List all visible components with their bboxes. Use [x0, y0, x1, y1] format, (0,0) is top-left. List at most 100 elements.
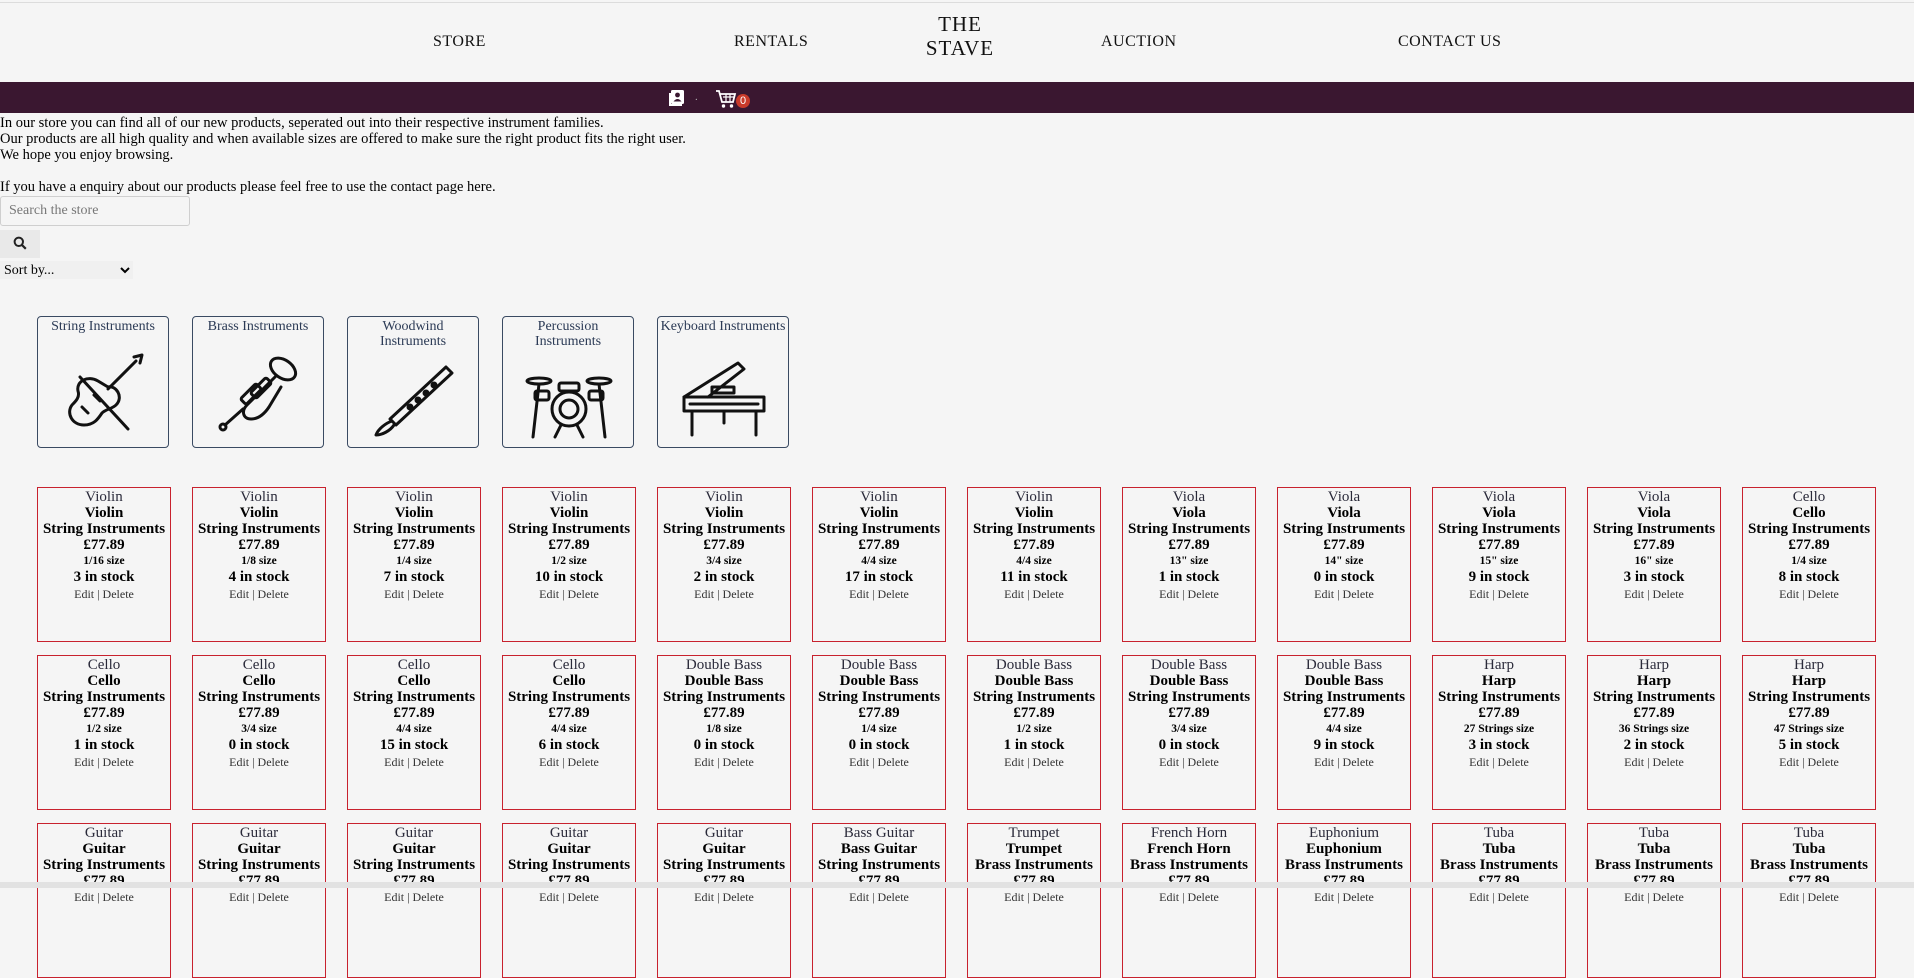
delete-link[interactable]: Delete	[1343, 755, 1374, 769]
delete-link[interactable]: Delete	[103, 755, 134, 769]
delete-link[interactable]: Delete	[1808, 587, 1839, 601]
account-icon[interactable]	[667, 88, 687, 108]
edit-link[interactable]: Edit	[229, 587, 249, 601]
product-card[interactable]: Cello Cello String Instruments £77.89 1/2 si…	[37, 655, 171, 810]
product-card[interactable]: Tuba Tuba Brass Instruments £77.89 Edit | Dele…	[1432, 823, 1566, 978]
edit-link[interactable]: Edit	[1779, 755, 1799, 769]
product-card[interactable]: Double Bass Double Bass String Instruments…	[657, 655, 791, 810]
edit-link[interactable]: Edit	[74, 890, 94, 904]
product-card[interactable]: Guitar Guitar String Instruments £77.89 Edit…	[37, 823, 171, 978]
edit-link[interactable]: Edit	[1624, 587, 1644, 601]
product-card[interactable]: Violin Violin String Instruments £77.89 1/2 …	[502, 487, 636, 642]
edit-link[interactable]: Edit	[1779, 587, 1799, 601]
edit-link[interactable]: Edit	[229, 755, 249, 769]
delete-link[interactable]: Delete	[723, 890, 754, 904]
category-woodwind-instruments[interactable]: Woodwind Instruments	[347, 316, 479, 448]
product-card[interactable]: Cello Cello String Instruments £77.89 3/4 si…	[192, 655, 326, 810]
product-card[interactable]: Violin Violin String Instruments £77.89 4/4 …	[967, 487, 1101, 642]
edit-link[interactable]: Edit	[539, 890, 559, 904]
delete-link[interactable]: Delete	[878, 755, 909, 769]
delete-link[interactable]: Delete	[413, 890, 444, 904]
edit-link[interactable]: Edit	[74, 587, 94, 601]
cart-icon[interactable]	[715, 89, 737, 109]
delete-link[interactable]: Delete	[103, 587, 134, 601]
product-card[interactable]: Viola Viola String Instruments £77.89 13" si…	[1122, 487, 1256, 642]
edit-link[interactable]: Edit	[1469, 755, 1489, 769]
delete-link[interactable]: Delete	[1033, 587, 1064, 601]
product-card[interactable]: Harp Harp String Instruments £77.89 47 Strin…	[1742, 655, 1876, 810]
edit-link[interactable]: Edit	[694, 587, 714, 601]
delete-link[interactable]: Delete	[1653, 890, 1684, 904]
edit-link[interactable]: Edit	[1159, 890, 1179, 904]
sort-select[interactable]: Sort by...	[0, 261, 133, 279]
nav-rentals-link[interactable]: RENTALS	[734, 33, 808, 51]
delete-link[interactable]: Delete	[1498, 755, 1529, 769]
product-card[interactable]: Harp Harp String Instruments £77.89 27 Strin…	[1432, 655, 1566, 810]
edit-link[interactable]: Edit	[1469, 587, 1489, 601]
edit-link[interactable]: Edit	[1004, 587, 1024, 601]
edit-link[interactable]: Edit	[1624, 890, 1644, 904]
product-card[interactable]: Viola Viola String Instruments £77.89 15" si…	[1432, 487, 1566, 642]
edit-link[interactable]: Edit	[229, 890, 249, 904]
delete-link[interactable]: Delete	[723, 587, 754, 601]
delete-link[interactable]: Delete	[1343, 890, 1374, 904]
product-card[interactable]: Guitar Guitar String Instruments £77.89 Edit…	[502, 823, 636, 978]
delete-link[interactable]: Delete	[1188, 587, 1219, 601]
product-card[interactable]: Harp Harp String Instruments £77.89 36 Strin…	[1587, 655, 1721, 810]
delete-link[interactable]: Delete	[568, 755, 599, 769]
delete-link[interactable]: Delete	[103, 890, 134, 904]
product-card[interactable]: Cello Cello String Instruments £77.89 1/4 si…	[1742, 487, 1876, 642]
edit-link[interactable]: Edit	[539, 755, 559, 769]
edit-link[interactable]: Edit	[694, 890, 714, 904]
edit-link[interactable]: Edit	[1314, 587, 1334, 601]
delete-link[interactable]: Delete	[413, 587, 444, 601]
edit-link[interactable]: Edit	[1314, 755, 1334, 769]
edit-link[interactable]: Edit	[1159, 755, 1179, 769]
site-logo[interactable]: THE STAVE	[922, 12, 998, 60]
delete-link[interactable]: Delete	[1033, 890, 1064, 904]
product-card[interactable]: Guitar Guitar String Instruments £77.89 Edit…	[347, 823, 481, 978]
edit-link[interactable]: Edit	[384, 755, 404, 769]
product-card[interactable]: Double Bass Double Bass String Instruments…	[1122, 655, 1256, 810]
delete-link[interactable]: Delete	[878, 587, 909, 601]
delete-link[interactable]: Delete	[1343, 587, 1374, 601]
nav-auction-link[interactable]: AUCTION	[1101, 33, 1177, 51]
edit-link[interactable]: Edit	[539, 587, 559, 601]
delete-link[interactable]: Delete	[1653, 755, 1684, 769]
nav-store-link[interactable]: STORE	[433, 33, 486, 51]
edit-link[interactable]: Edit	[1469, 890, 1489, 904]
product-card[interactable]: Tuba Tuba Brass Instruments £77.89 Edit | Dele…	[1742, 823, 1876, 978]
product-card[interactable]: Double Bass Double Bass String Instruments…	[1277, 655, 1411, 810]
edit-link[interactable]: Edit	[849, 587, 869, 601]
product-card[interactable]: Bass Guitar Bass Guitar String Instruments…	[812, 823, 946, 978]
product-card[interactable]: Cello Cello String Instruments £77.89 4/4 si…	[347, 655, 481, 810]
product-card[interactable]: French Horn French Horn Brass Instruments £…	[1122, 823, 1256, 978]
delete-link[interactable]: Delete	[1188, 890, 1219, 904]
delete-link[interactable]: Delete	[1188, 755, 1219, 769]
search-input[interactable]	[0, 196, 190, 226]
edit-link[interactable]: Edit	[1314, 890, 1334, 904]
edit-link[interactable]: Edit	[384, 890, 404, 904]
delete-link[interactable]: Delete	[258, 587, 289, 601]
delete-link[interactable]: Delete	[568, 890, 599, 904]
category-brass-instruments[interactable]: Brass Instruments	[192, 316, 324, 448]
product-card[interactable]: Tuba Tuba Brass Instruments £77.89 Edit | Dele…	[1587, 823, 1721, 978]
delete-link[interactable]: Delete	[1808, 755, 1839, 769]
delete-link[interactable]: Delete	[1653, 587, 1684, 601]
delete-link[interactable]: Delete	[258, 890, 289, 904]
edit-link[interactable]: Edit	[1159, 587, 1179, 601]
edit-link[interactable]: Edit	[849, 890, 869, 904]
product-card[interactable]: Guitar Guitar String Instruments £77.89 Edit…	[657, 823, 791, 978]
product-card[interactable]: Violin Violin String Instruments £77.89 1/8 …	[192, 487, 326, 642]
product-card[interactable]: Violin Violin String Instruments £77.89 1/16…	[37, 487, 171, 642]
product-card[interactable]: Violin Violin String Instruments £77.89 4/4 …	[812, 487, 946, 642]
product-card[interactable]: Double Bass Double Bass String Instruments…	[812, 655, 946, 810]
edit-link[interactable]: Edit	[384, 587, 404, 601]
edit-link[interactable]: Edit	[1004, 890, 1024, 904]
nav-contact-link[interactable]: CONTACT US	[1398, 33, 1501, 51]
horizontal-scrollbar[interactable]	[0, 882, 1914, 888]
product-card[interactable]: Violin Violin String Instruments £77.89 3/4 …	[657, 487, 791, 642]
category-keyboard-instruments[interactable]: Keyboard Instruments	[657, 316, 789, 448]
product-card[interactable]: Double Bass Double Bass String Instruments…	[967, 655, 1101, 810]
delete-link[interactable]: Delete	[413, 755, 444, 769]
